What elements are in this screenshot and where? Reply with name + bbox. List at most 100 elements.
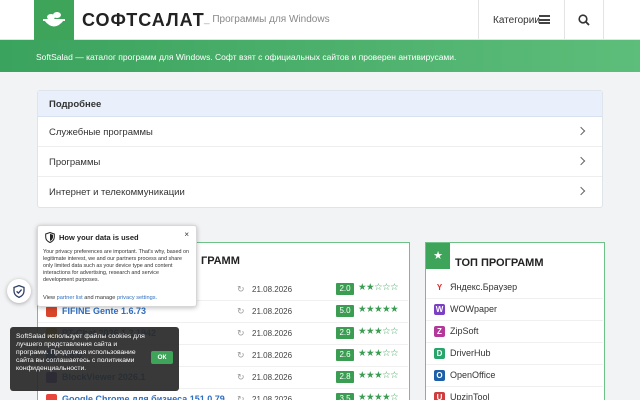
rating-score: 2.9 (336, 327, 354, 339)
chevron-right-icon (576, 126, 586, 136)
top-programs-panel: ★ ТОП ПРОГРАММ Y Яндекс.Браузер W WOWpaper Z… (425, 242, 605, 400)
privacy-body: Your privacy preferences are important. … (43, 249, 189, 283)
star-filled-icon: ★ (374, 392, 383, 400)
details-panel: Подробнее Служебные программы Программы … (37, 90, 603, 208)
privacy-title: How your data is used (59, 233, 139, 242)
update-icon: ↻ (237, 328, 245, 338)
update-icon: ↻ (237, 350, 245, 360)
details-item-label: Служебные программы (49, 127, 153, 138)
star-empty-icon: ☆ (390, 326, 399, 337)
star-filled-icon: ★ (358, 392, 367, 400)
top-program-item[interactable]: D DriverHub (426, 343, 603, 365)
rating-score: 3.5 (336, 393, 354, 400)
program-date: 21.08.2026 (252, 307, 293, 316)
star-filled-icon: ★ (374, 348, 383, 359)
privacy-shield-button[interactable] (7, 279, 31, 303)
privacy-foot-mid: and manage (84, 295, 116, 301)
rating-stars: ★★☆☆☆ (358, 282, 399, 293)
star-empty-icon: ☆ (390, 370, 399, 381)
star-filled-icon: ★ (374, 370, 383, 381)
program-icon: U (434, 392, 445, 400)
panel-title: ГРАММ (201, 255, 240, 267)
shield-check-icon (13, 284, 25, 298)
top-program-name[interactable]: Яндекс.Браузер (450, 282, 517, 292)
rating-stars: ★★★☆☆ (358, 370, 399, 381)
program-name-link[interactable]: FIFINE Gente 1.6.73 (62, 306, 146, 316)
panel-title: ТОП ПРОГРАММ (455, 257, 544, 269)
cookie-ok-button[interactable]: ОК (151, 351, 173, 364)
star-empty-icon: ☆ (382, 326, 391, 337)
details-item[interactable]: Интернет и телекоммуникации (38, 177, 602, 207)
top-program-name[interactable]: UpzinTool (450, 392, 490, 400)
top-program-item[interactable]: U UpzinTool (426, 387, 603, 400)
site-header: СОФТСАЛАТ Программы для Windows Категори… (0, 0, 640, 40)
program-icon: W (434, 304, 445, 315)
details-item-label: Программы (49, 157, 101, 168)
privacy-popup: How your data is used × Your privacy pre… (37, 225, 197, 307)
program-date: 21.08.2026 (252, 373, 293, 382)
privacy-footer: View partner list and manage privacy set… (43, 295, 157, 301)
star-filled-icon: ★ (374, 326, 383, 337)
program-date: 21.08.2026 (252, 285, 293, 294)
rating-stars: ★★★★☆ (358, 392, 399, 400)
shield-icon (45, 232, 55, 243)
search-button[interactable] (564, 0, 604, 40)
program-icon (46, 394, 57, 400)
hamburger-icon (539, 15, 550, 24)
star-filled-icon: ★ (358, 348, 367, 359)
partner-list-link[interactable]: partner list (57, 295, 83, 301)
star-filled-icon: ★ (374, 304, 383, 315)
update-icon: ↻ (237, 394, 245, 400)
star-filled-icon: ★ (366, 392, 375, 400)
update-icon: ↻ (237, 284, 245, 294)
star-filled-icon: ★ (366, 304, 375, 315)
program-date: 21.08.2026 (252, 351, 293, 360)
star-filled-icon: ★ (358, 282, 367, 293)
rating-stars: ★★★☆☆ (358, 326, 399, 337)
star-filled-icon: ★ (366, 326, 375, 337)
star-filled-icon: ★ (382, 392, 391, 400)
cookie-text: SoftSalad использует файлы cookies для л… (16, 333, 145, 372)
star-empty-icon: ☆ (390, 392, 399, 400)
privacy-settings-link[interactable]: privacy settings. (117, 295, 157, 301)
star-empty-icon: ☆ (390, 282, 399, 293)
rating-stars: ★★★☆☆ (358, 348, 399, 359)
star-filled-icon: ★ (366, 282, 375, 293)
star-empty-icon: ☆ (374, 282, 383, 293)
update-icon: ↻ (237, 306, 245, 316)
program-icon: Y (434, 282, 445, 293)
star-filled-icon: ★ (382, 304, 391, 315)
categories-menu-button[interactable]: Категории (478, 0, 564, 40)
brand-name[interactable]: СОФТСАЛАТ (82, 10, 205, 31)
details-item-label: Интернет и телекоммуникации (49, 187, 185, 198)
cookie-notice: SoftSalad использует файлы cookies для л… (10, 327, 179, 391)
star-filled-icon: ★ (366, 348, 375, 359)
star-filled-icon: ★ (358, 326, 367, 337)
details-item[interactable]: Программы (38, 147, 602, 177)
star-empty-icon: ☆ (382, 348, 391, 359)
details-item[interactable]: Служебные программы (38, 117, 602, 147)
top-program-item[interactable]: W WOWpaper (426, 299, 603, 321)
top-program-item[interactable]: Z ZipSoft (426, 321, 603, 343)
star-filled-icon: ★ (358, 370, 367, 381)
categories-label: Категории (493, 14, 540, 26)
top-program-item[interactable]: O OpenOffice (426, 365, 603, 387)
rating-score: 2.0 (336, 283, 354, 295)
program-name-link[interactable]: Google Chrome для бизнеса 151.0.79... (62, 394, 232, 400)
close-icon[interactable]: × (184, 230, 189, 239)
top-program-name[interactable]: DriverHub (450, 348, 491, 358)
site-banner: SoftSalad — каталог программ для Windows… (0, 40, 640, 72)
program-icon: O (434, 370, 445, 381)
top-program-name[interactable]: ZipSoft (450, 326, 479, 336)
top-program-item[interactable]: Y Яндекс.Браузер (426, 277, 603, 299)
privacy-foot-prefix: View (43, 295, 56, 301)
star-filled-icon: ★ (366, 370, 375, 381)
program-icon: D (434, 348, 445, 359)
top-program-name[interactable]: WOWpaper (450, 304, 497, 314)
top-program-name[interactable]: OpenOffice (450, 370, 495, 380)
program-icon (46, 306, 57, 317)
chevron-right-icon (576, 186, 586, 196)
salad-logo-icon[interactable] (34, 0, 74, 40)
rating-score: 2.8 (336, 371, 354, 383)
star-empty-icon: ☆ (390, 348, 399, 359)
